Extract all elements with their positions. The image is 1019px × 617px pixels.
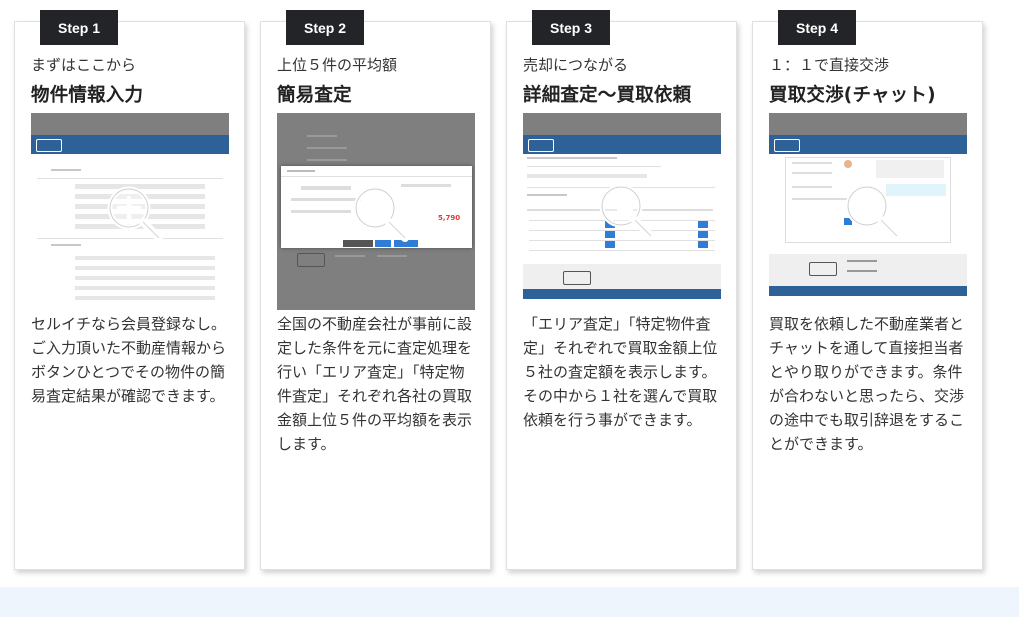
magnifier-zoom-icon[interactable]	[842, 181, 904, 243]
step-card-1: Step 1 まずはここから 物件情報入力 セルイチなら会員登録なし。ご入力頂い…	[14, 10, 245, 570]
price-text: 5,790	[438, 214, 461, 222]
step-description: 「エリア査定」「特定物件査定」それぞれで買取金額上位５社の査定額を表示します。そ…	[523, 315, 718, 429]
step-subtitle: 売却につながる	[523, 56, 629, 74]
step-badge: Step 2	[286, 10, 364, 45]
step-description: セルイチなら会員登録なし。ご入力頂いた不動産情報からボタンひとつでその物件の簡易…	[31, 315, 227, 405]
step-card-2: Step 2 上位５件の平均額 簡易査定 5,790 全国の不動産会社が事前に設…	[260, 10, 491, 570]
step-subtitle: １：１で直接交渉	[769, 56, 890, 74]
logo-icon	[297, 253, 325, 267]
step-title: 詳細査定〜買取依頼	[523, 85, 692, 106]
step-thumbnail[interactable]	[31, 113, 229, 310]
step-subtitle: まずはここから	[31, 56, 137, 74]
logo-icon	[36, 139, 62, 152]
step-subtitle: 上位５件の平均額	[277, 56, 398, 74]
step-title: 簡易査定	[277, 85, 352, 106]
magnifier-zoom-icon[interactable]	[104, 183, 166, 245]
step-card-4: Step 4 １：１で直接交渉 買取交渉(チャット) 買取を依頼した不動産業者と…	[752, 10, 983, 570]
logo-icon	[774, 139, 800, 152]
step-title: 買取交渉(チャット)	[769, 85, 936, 106]
step-card-3: Step 3 売却につながる 詳細査定〜買取依頼 「エリア査定」「特定物件査定」…	[506, 10, 737, 570]
step-thumbnail[interactable]: 5,790	[277, 113, 475, 310]
step-badge: Step 3	[532, 10, 610, 45]
step-badge: Step 1	[40, 10, 118, 45]
step-description: 買取を依頼した不動産業者とチャットを通して直接担当者とやり取りができます。条件が…	[769, 315, 965, 453]
step-thumbnail[interactable]	[769, 113, 967, 310]
magnifier-zoom-icon[interactable]	[350, 183, 412, 245]
step-title: 物件情報入力	[31, 85, 144, 106]
logo-icon	[528, 139, 554, 152]
magnifier-zoom-icon[interactable]	[596, 181, 658, 243]
step-badge: Step 4	[778, 10, 856, 45]
step-description: 全国の不動産会社が事前に設定した条件を元に査定処理を行い「エリア査定」「特定物件…	[277, 315, 473, 453]
step-thumbnail[interactable]	[523, 113, 721, 310]
bottom-section-background	[0, 587, 1019, 617]
